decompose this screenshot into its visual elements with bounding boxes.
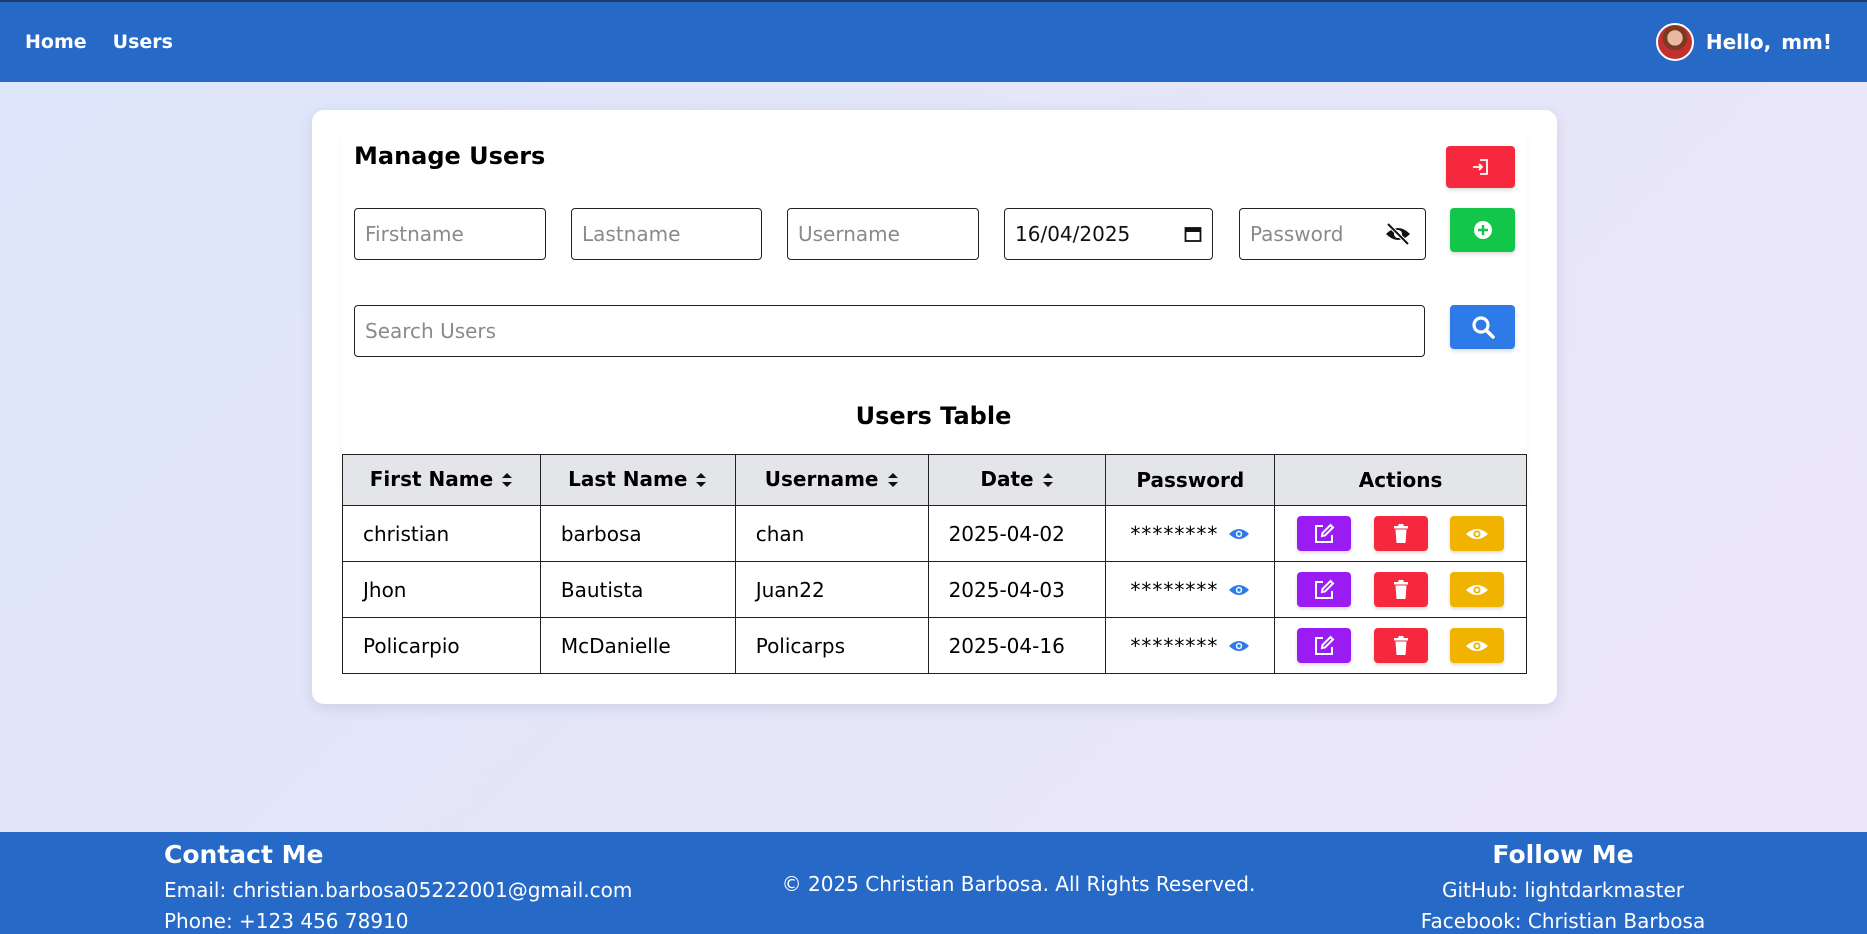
cell-date: 2025-04-03 <box>927 561 1107 618</box>
cell-actions <box>1274 617 1527 674</box>
cell-last-name: Bautista <box>539 561 736 618</box>
cell-last-name: barbosa <box>539 505 736 562</box>
table-title: Users Table <box>855 402 1012 430</box>
cell-last-name: McDanielle <box>539 617 736 674</box>
calendar-icon[interactable] <box>1184 225 1202 243</box>
contact-title: Contact Me <box>164 840 324 869</box>
username-input[interactable] <box>787 208 979 260</box>
trash-icon <box>1393 523 1408 543</box>
sort-icon <box>695 469 707 493</box>
cell-first-name: Jhon <box>342 561 541 618</box>
cell-username: chan <box>734 505 929 562</box>
trash-icon <box>1393 635 1408 655</box>
table-row: Policarpio McDanielle Policarps 2025-04-… <box>342 617 1527 674</box>
password-masked: ******** <box>1130 522 1219 547</box>
eye-icon <box>1465 528 1488 539</box>
col-username[interactable]: Username <box>734 454 929 506</box>
cell-date: 2025-04-16 <box>927 617 1107 674</box>
eye-icon[interactable] <box>1228 582 1250 598</box>
cell-password: ******** <box>1105 617 1276 674</box>
edit-icon <box>1315 523 1335 543</box>
col-last-name[interactable]: Last Name <box>539 454 736 506</box>
edit-button[interactable] <box>1297 572 1352 607</box>
view-button[interactable] <box>1449 628 1504 663</box>
sort-icon <box>887 469 899 493</box>
view-button[interactable] <box>1449 516 1504 551</box>
plus-circle-icon <box>1473 221 1492 239</box>
sort-icon <box>501 469 513 493</box>
cell-password: ******** <box>1105 505 1276 562</box>
table-row: christian barbosa chan 2025-04-02 ******… <box>342 505 1527 562</box>
logout-button[interactable] <box>1446 146 1515 188</box>
sort-icon <box>1042 469 1054 493</box>
eye-icon <box>1465 640 1488 651</box>
col-first-name[interactable]: First Name <box>342 454 541 506</box>
delete-button[interactable] <box>1373 516 1428 551</box>
delete-button[interactable] <box>1373 572 1428 607</box>
eye-slash-icon[interactable] <box>1384 222 1412 246</box>
eye-icon[interactable] <box>1228 526 1250 542</box>
password-masked: ******** <box>1130 634 1219 659</box>
greeting-username: mm! <box>1781 30 1832 54</box>
greeting-text: Hello, <box>1705 30 1772 54</box>
users-table: First Name Last Name Username Date Passw… <box>342 454 1527 674</box>
logout-icon <box>1472 159 1488 175</box>
cell-username: Policarps <box>734 617 929 674</box>
page-title: Manage Users <box>354 142 546 170</box>
add-user-button[interactable] <box>1450 208 1515 252</box>
nav-users-link[interactable]: Users <box>113 31 173 53</box>
footer: Contact Me Email: christian.barbosa05222… <box>0 832 1867 934</box>
firstname-input[interactable] <box>354 208 546 260</box>
avatar[interactable] <box>1655 23 1694 61</box>
nav-home-link[interactable]: Home <box>25 31 87 53</box>
top-navbar: Home Users Hello, mm! <box>0 0 1867 82</box>
footer-follow: Follow Me GitHub: lightdarkmaster Facebo… <box>1363 840 1763 934</box>
edit-icon <box>1315 635 1335 655</box>
col-date[interactable]: Date <box>927 454 1107 506</box>
delete-button[interactable] <box>1373 628 1428 663</box>
cell-password: ******** <box>1105 561 1276 618</box>
edit-button[interactable] <box>1297 516 1352 551</box>
search-button[interactable] <box>1450 305 1515 349</box>
cell-username: Juan22 <box>734 561 929 618</box>
cell-date: 2025-04-02 <box>927 505 1107 562</box>
github-link[interactable]: GitHub: lightdarkmaster <box>1363 875 1763 906</box>
cell-actions <box>1274 561 1527 618</box>
password-field-wrap <box>1239 208 1426 260</box>
view-button[interactable] <box>1449 572 1504 607</box>
trash-icon <box>1393 579 1408 599</box>
cell-first-name: Policarpio <box>342 617 541 674</box>
cell-actions <box>1274 505 1527 562</box>
edit-icon <box>1315 579 1335 599</box>
col-actions: Actions <box>1274 454 1527 506</box>
lastname-input[interactable] <box>571 208 762 260</box>
facebook-link[interactable]: Facebook: Christian Barbosa <box>1363 906 1763 934</box>
user-greeting: Hello, mm! <box>1655 23 1842 61</box>
cell-first-name: christian <box>342 505 541 562</box>
date-value: 16/04/2025 <box>1015 222 1131 246</box>
follow-title: Follow Me <box>1492 840 1634 869</box>
edit-button[interactable] <box>1297 628 1352 663</box>
col-password: Password <box>1105 454 1276 506</box>
eye-icon[interactable] <box>1228 638 1250 654</box>
password-masked: ******** <box>1130 578 1219 603</box>
contact-phone: Phone: +123 456 78910 <box>164 909 409 933</box>
date-input[interactable]: 16/04/2025 <box>1004 208 1213 260</box>
eye-icon <box>1465 584 1488 595</box>
table-row: Jhon Bautista Juan22 2025-04-03 ******** <box>342 561 1527 618</box>
table-header-row: First Name Last Name Username Date Passw… <box>342 454 1527 506</box>
search-input[interactable] <box>354 305 1425 357</box>
search-icon <box>1471 316 1495 339</box>
